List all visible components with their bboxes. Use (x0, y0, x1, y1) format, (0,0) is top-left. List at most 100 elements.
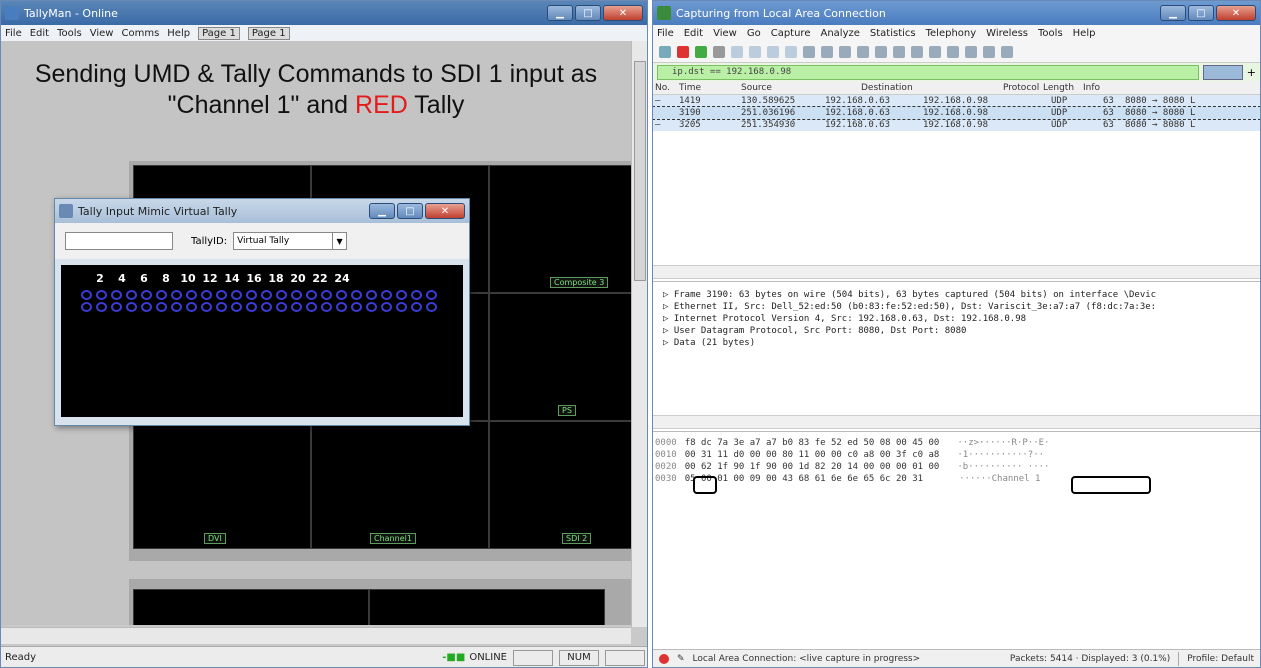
close-button[interactable]: ✕ (603, 5, 643, 21)
ws-menu-telephony[interactable]: Telephony (926, 28, 977, 39)
ws-menu-go[interactable]: Go (747, 28, 761, 39)
ws-menu-statistics[interactable]: Statistics (870, 28, 916, 39)
monitor-grid-2 (129, 579, 631, 625)
tally-number: 4 (118, 272, 126, 285)
stop-capture-icon[interactable] (677, 45, 689, 58)
monitor-cell[interactable]: Composite 3 (489, 165, 631, 293)
col-protocol[interactable]: Protocol (983, 83, 1043, 93)
ws-menu-tools[interactable]: Tools (1038, 28, 1063, 39)
monitor-cell[interactable]: Channel1 (311, 421, 489, 549)
minimize-button[interactable]: ▁ (547, 5, 573, 21)
ws-menu-file[interactable]: File (657, 28, 674, 39)
start-capture-icon[interactable] (659, 45, 671, 58)
monitor-cell[interactable]: SDI 2 (489, 421, 631, 549)
ws-menu-analyze[interactable]: Analyze (820, 28, 859, 39)
zoom-in-icon[interactable] (947, 45, 959, 58)
find-icon[interactable] (803, 45, 815, 58)
reload-icon[interactable] (785, 45, 797, 58)
col-length[interactable]: Length (1043, 83, 1083, 93)
edit-comment-icon[interactable]: ✎ (677, 654, 685, 664)
scroll-thumb[interactable] (634, 61, 646, 281)
ws-maximize-button[interactable]: □ (1188, 5, 1214, 21)
menu-tools[interactable]: Tools (57, 28, 82, 39)
monitor-cell[interactable]: PS (489, 293, 631, 421)
tally-text-field[interactable] (65, 232, 173, 250)
packet-row-selected[interactable]: 3190 251.036196 192.168.0.63 192.168.0.9… (653, 106, 1260, 120)
display-filter-input[interactable]: ip.dst == 192.168.0.98 (657, 64, 1199, 80)
tallyman-titlebar[interactable]: TallyMan - Online ▁ □ ✕ (1, 1, 647, 25)
detail-ipv4[interactable]: ▷ Internet Protocol Version 4, Src: 192.… (653, 314, 1260, 326)
ws-close-button[interactable]: ✕ (1216, 5, 1256, 21)
monitor-cell[interactable] (133, 589, 369, 625)
goto-packet-icon[interactable] (857, 45, 869, 58)
tally-id-select[interactable]: Virtual Tally ▼ (233, 232, 348, 250)
page-tab-1[interactable]: Page 1 (198, 26, 240, 40)
hex-bytes: 00 31 11 d0 00 00 80 11 00 00 c0 a8 00 3… (684, 450, 940, 460)
detail-udp[interactable]: ▷ User Datagram Protocol, Src Port: 8080… (653, 326, 1260, 338)
maximize-button[interactable]: □ (575, 5, 601, 21)
detail-frame[interactable]: ▷ Frame 3190: 63 bytes on wire (504 bits… (653, 290, 1260, 302)
popup-maximize-button[interactable]: □ (397, 203, 423, 219)
open-file-icon[interactable] (731, 45, 743, 58)
status-profile[interactable]: Profile: Default (1187, 654, 1254, 664)
zoom-reset-icon[interactable] (983, 45, 995, 58)
col-no[interactable]: No. (653, 83, 670, 93)
ws-menu-view[interactable]: View (713, 28, 737, 39)
packet-row[interactable]: – 1419 130.589625 192.168.0.63 192.168.0… (653, 95, 1260, 107)
col-info[interactable]: Info (1083, 83, 1100, 93)
close-file-icon[interactable] (767, 45, 779, 58)
back-arrow-icon[interactable] (821, 45, 833, 58)
popup-titlebar[interactable]: Tally Input Mimic Virtual Tally ▁ □ ✕ (55, 199, 469, 223)
hex-line[interactable]: 0000 f8 dc 7a 3e a7 a7 b0 83 fe 52 ed 50 … (653, 438, 1260, 450)
zoom-out-icon[interactable] (965, 45, 977, 58)
ws-menu-capture[interactable]: Capture (771, 28, 811, 39)
detail-ethernet[interactable]: ▷ Ethernet II, Src: Dell_52:ed:50 (b0:83… (653, 302, 1260, 314)
ws-minimize-button[interactable]: ▁ (1160, 5, 1186, 21)
ws-menu-help[interactable]: Help (1073, 28, 1096, 39)
tally-number: 16 (246, 272, 262, 285)
autoscroll-icon[interactable] (911, 45, 923, 58)
colorize-icon[interactable] (929, 45, 941, 58)
last-packet-icon[interactable] (893, 45, 905, 58)
forward-arrow-icon[interactable] (839, 45, 851, 58)
tally-number: 24 (334, 272, 350, 285)
first-packet-icon[interactable] (875, 45, 887, 58)
menu-help[interactable]: Help (167, 28, 190, 39)
ws-menu-wireless[interactable]: Wireless (986, 28, 1028, 39)
options-gear-icon[interactable] (713, 45, 725, 58)
monitor-cell[interactable]: DVI (133, 421, 311, 549)
capture-status-icon[interactable] (659, 654, 669, 664)
menu-comms[interactable]: Comms (121, 28, 159, 39)
menu-view[interactable]: View (90, 28, 114, 39)
menu-edit[interactable]: Edit (30, 28, 49, 39)
chevron-down-icon[interactable]: ▼ (332, 233, 346, 249)
ws-menu-edit[interactable]: Edit (684, 28, 703, 39)
resize-columns-icon[interactable] (1001, 45, 1013, 58)
add-filter-icon[interactable]: + (1247, 66, 1256, 79)
save-file-icon[interactable] (749, 45, 761, 58)
packet-time: 251.036196 (741, 108, 796, 118)
details-hscroll[interactable] (653, 415, 1260, 429)
monitor-cell[interactable] (369, 589, 605, 625)
restart-capture-icon[interactable] (695, 45, 707, 58)
tally-lamp (351, 302, 362, 312)
col-time[interactable]: Time (669, 83, 741, 93)
packet-list-hscroll[interactable] (653, 265, 1260, 279)
hex-line[interactable]: 0030 05 00 01 00 09 00 43 68 61 6e 6e 65 … (653, 474, 1260, 486)
wireshark-titlebar[interactable]: Capturing from Local Area Connection ▁ □… (653, 1, 1260, 25)
vertical-scrollbar[interactable] (631, 41, 647, 627)
col-destination[interactable]: Destination (855, 83, 983, 93)
menu-file[interactable]: File (5, 28, 22, 39)
popup-minimize-button[interactable]: ▁ (369, 203, 395, 219)
packet-row[interactable]: – 3205 251.354930 192.168.0.63 192.168.0… (653, 119, 1260, 131)
detail-data[interactable]: ▷ Data (21 bytes) (653, 338, 1260, 350)
popup-title: Tally Input Mimic Virtual Tally (78, 204, 238, 218)
popup-close-button[interactable]: ✕ (425, 203, 465, 219)
filter-apply-button[interactable] (1202, 64, 1243, 80)
col-source[interactable]: Source (741, 83, 855, 93)
hex-line[interactable]: 0010 00 31 11 d0 00 00 80 11 00 00 c0 a8 … (653, 450, 1260, 462)
hex-line[interactable]: 0020 00 62 1f 90 1f 90 00 1d 82 20 14 00 … (653, 462, 1260, 474)
tally-lamp (321, 302, 332, 312)
horizontal-scrollbar[interactable] (1, 627, 631, 644)
page-tab-2[interactable]: Page 1 (247, 26, 290, 40)
